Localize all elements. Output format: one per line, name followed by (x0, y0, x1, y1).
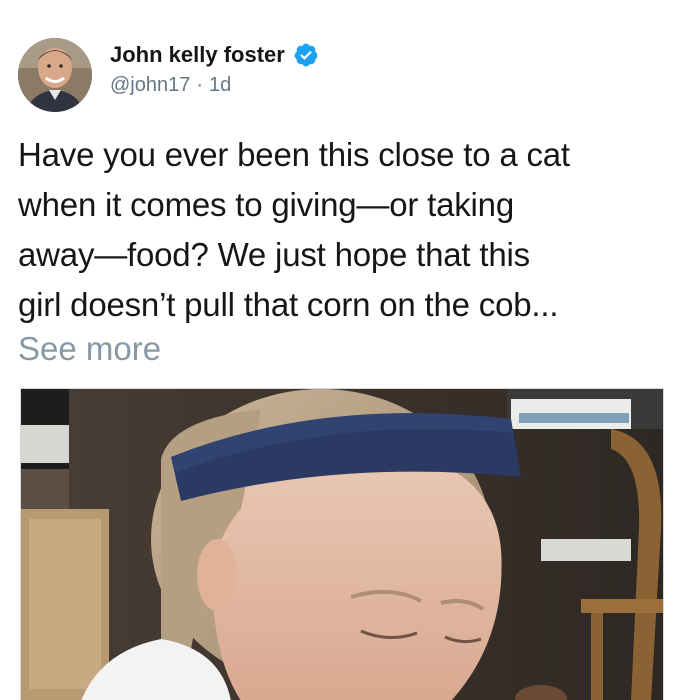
meta-separator: · (196, 74, 204, 96)
tweet-text-line: away—food? We just hope that this (18, 236, 530, 273)
author-block: John kelly foster @john17 · 1d (110, 40, 319, 97)
tweet-text-line: girl doesn’t pull that corn on the cob..… (18, 286, 559, 323)
tweet-media-image[interactable] (20, 388, 664, 700)
avatar-image (18, 38, 92, 112)
tweet-text-line: when it comes to giving—or taking (18, 186, 514, 223)
author-meta: @john17 · 1d (110, 74, 319, 97)
tweet-text-line: Have you ever been this close to a cat (18, 136, 570, 173)
author-name[interactable]: John kelly foster (110, 42, 285, 68)
tweet-text: Have you ever been this close to a cat w… (18, 130, 688, 330)
author-handle[interactable]: @john17 (110, 74, 190, 97)
tweet-timestamp[interactable]: 1d (209, 74, 231, 97)
avatar[interactable] (18, 38, 92, 112)
see-more-link[interactable]: See more (18, 324, 161, 374)
verified-badge-icon (293, 42, 319, 68)
tweet-card: John kelly foster @john17 · 1d Have you … (0, 0, 700, 700)
photo-image (21, 389, 663, 700)
author-name-row: John kelly foster (110, 40, 319, 70)
